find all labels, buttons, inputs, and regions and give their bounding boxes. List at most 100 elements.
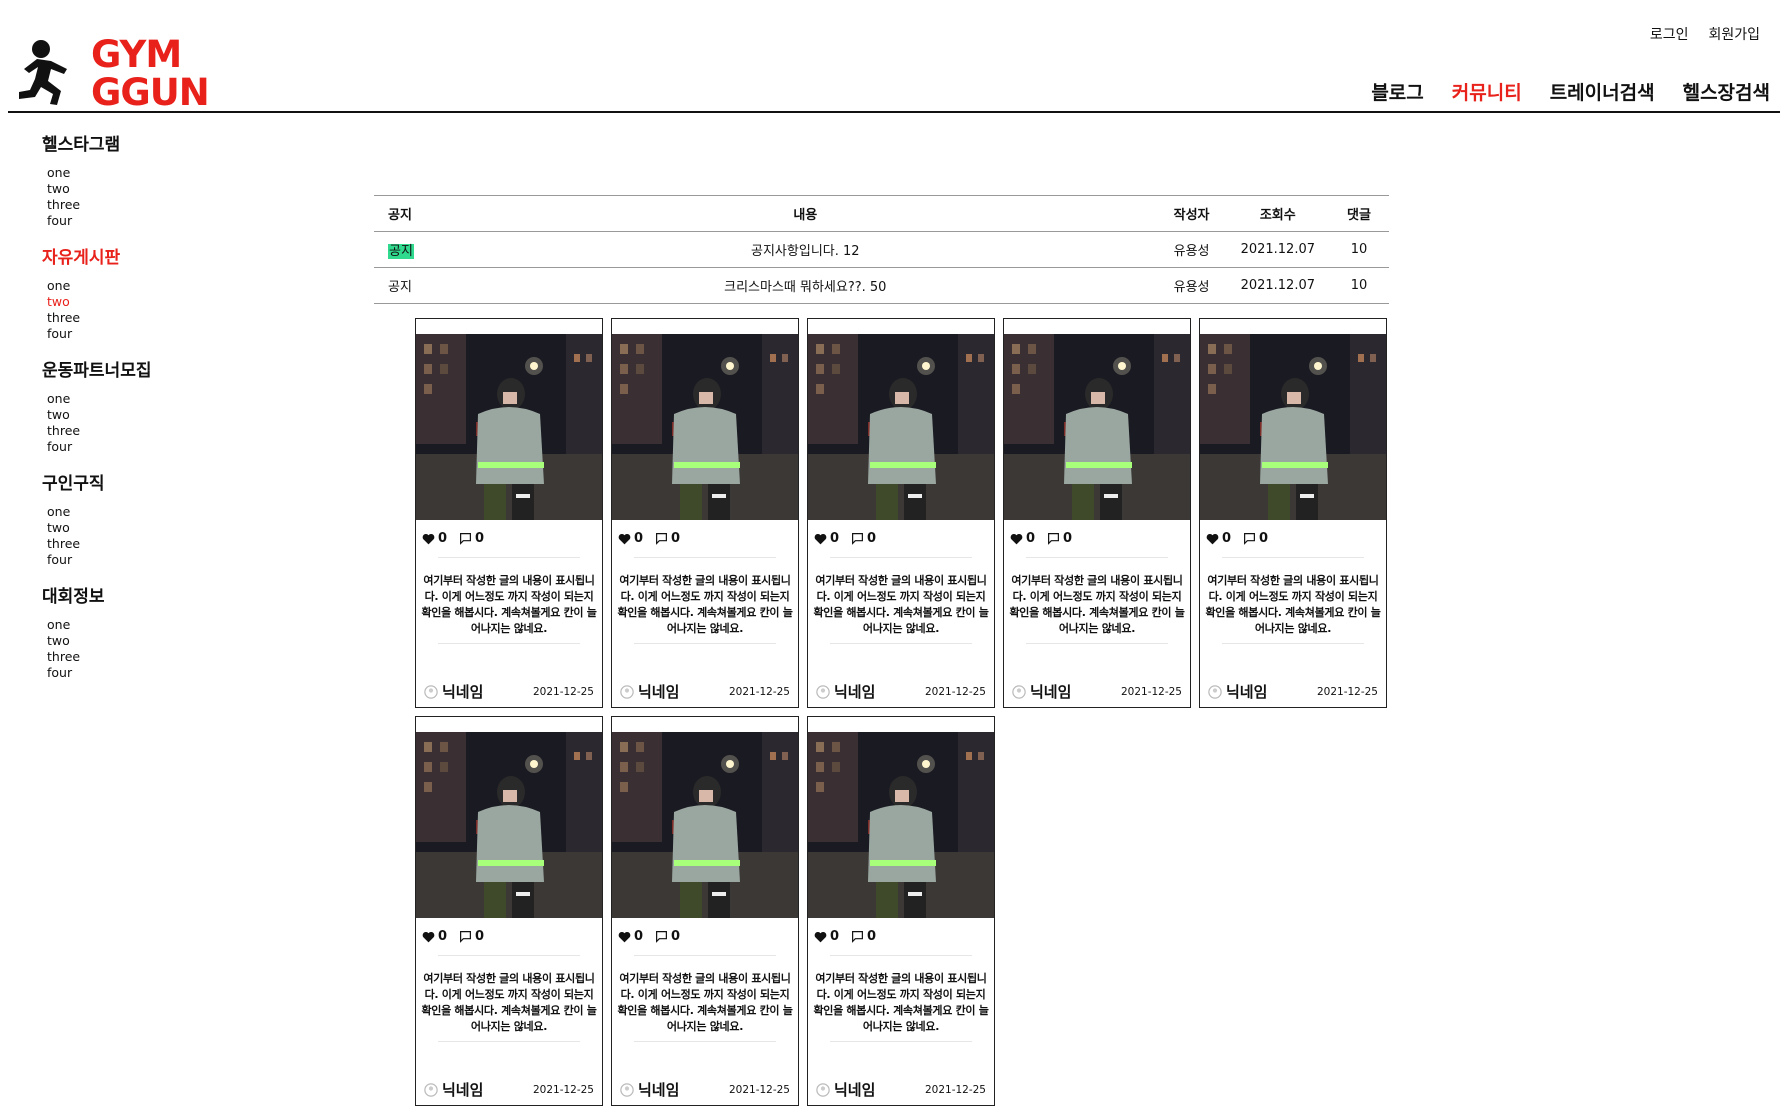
comment-icon[interactable] bbox=[1243, 532, 1256, 545]
post-card[interactable]: 0 0 여기부터 작성한 글의 내용이 표시됩니다. 이게 어느정도 까지 작성… bbox=[415, 716, 603, 1106]
post-card[interactable]: 0 0 여기부터 작성한 글의 내용이 표시됩니다. 이게 어느정도 까지 작성… bbox=[415, 318, 603, 708]
sidebar-subitem[interactable]: three bbox=[47, 197, 242, 213]
post-date: 2021-12-25 bbox=[1120, 685, 1182, 698]
sidebar-subitem[interactable]: four bbox=[47, 213, 242, 229]
post-excerpt: 여기부터 작성한 글의 내용이 표시됩니다. 이게 어느정도 까지 작성이 되는… bbox=[813, 574, 989, 635]
signup-link[interactable]: 회원가입 bbox=[1708, 24, 1760, 44]
card-divider bbox=[438, 1041, 580, 1042]
post-author[interactable]: 닉네임 bbox=[424, 1079, 483, 1100]
sidebar-category-title[interactable]: 대회정보 bbox=[42, 582, 242, 607]
login-link[interactable]: 로그인 bbox=[1650, 24, 1689, 44]
notice-title[interactable]: 크리스마스때 뭐하세요??. 50 bbox=[454, 267, 1157, 304]
table-row[interactable]: 공지 공지사항입니다. 12 유용성 2021.12.07 10 bbox=[374, 231, 1389, 268]
header-content: 내용 bbox=[454, 195, 1157, 232]
post-card[interactable]: 0 0 여기부터 작성한 글의 내용이 표시됩니다. 이게 어느정도 까지 작성… bbox=[807, 318, 995, 708]
post-stats: 0 0 bbox=[618, 531, 692, 546]
sidebar-category-title[interactable]: 헬스타그램 bbox=[42, 130, 242, 155]
comment-count: 0 bbox=[867, 531, 877, 546]
sidebar-subitem-active[interactable]: two bbox=[47, 294, 242, 310]
post-photo[interactable] bbox=[612, 732, 798, 918]
heart-icon[interactable] bbox=[422, 931, 435, 943]
comment-icon[interactable] bbox=[459, 532, 472, 545]
sidebar-subitem[interactable]: three bbox=[47, 536, 242, 552]
post-date: 2021-12-25 bbox=[728, 1083, 790, 1096]
post-author[interactable]: 닉네임 bbox=[816, 681, 875, 702]
sidebar-subitem[interactable]: two bbox=[47, 633, 242, 649]
post-author[interactable]: 닉네임 bbox=[620, 1079, 679, 1100]
sidebar-category-title[interactable]: 운동파트너모집 bbox=[42, 356, 242, 381]
nav-item-trainer-search[interactable]: 트레이너검색 bbox=[1550, 78, 1655, 105]
nav-item-gym-search[interactable]: 헬스장검색 bbox=[1683, 78, 1770, 105]
post-card[interactable]: 0 0 여기부터 작성한 글의 내용이 표시됩니다. 이게 어느정도 까지 작성… bbox=[611, 318, 799, 708]
post-photo[interactable] bbox=[1200, 334, 1386, 520]
sidebar-subitem[interactable]: four bbox=[47, 665, 242, 681]
nav-item-blog[interactable]: 블로그 bbox=[1371, 78, 1423, 105]
post-author[interactable]: 닉네임 bbox=[424, 681, 483, 702]
post-photo[interactable] bbox=[416, 732, 602, 918]
sidebar-category-title[interactable]: 구인구직 bbox=[42, 469, 242, 494]
sidebar-subitem[interactable]: one bbox=[47, 617, 242, 633]
sidebar-subitem[interactable]: four bbox=[47, 326, 242, 342]
post-photo[interactable] bbox=[1004, 334, 1190, 520]
user-avatar-icon bbox=[620, 1082, 634, 1097]
heart-icon[interactable] bbox=[422, 533, 435, 545]
post-excerpt: 여기부터 작성한 글의 내용이 표시됩니다. 이게 어느정도 까지 작성이 되는… bbox=[1205, 574, 1381, 635]
post-photo[interactable] bbox=[808, 334, 994, 520]
like-count: 0 bbox=[830, 929, 840, 944]
sidebar-category: 자유게시판 one two three four bbox=[42, 243, 242, 342]
sidebar-subitem[interactable]: four bbox=[47, 552, 242, 568]
post-author[interactable]: 닉네임 bbox=[816, 1079, 875, 1100]
heart-icon[interactable] bbox=[814, 931, 827, 943]
comment-icon[interactable] bbox=[655, 930, 668, 943]
user-avatar-icon bbox=[816, 1082, 830, 1097]
post-photo-image bbox=[808, 732, 994, 918]
header-comments: 댓글 bbox=[1329, 195, 1389, 232]
sidebar-subitem[interactable]: one bbox=[47, 504, 242, 520]
comment-icon[interactable] bbox=[851, 532, 864, 545]
like-count: 0 bbox=[830, 531, 840, 546]
sidebar-subitem[interactable]: four bbox=[47, 439, 242, 455]
comment-icon[interactable] bbox=[459, 930, 472, 943]
heart-icon[interactable] bbox=[814, 533, 827, 545]
site-header: GYM GGUN 로그인 회원가입 블로그 커뮤니티 트레이너검색 헬스장검색 bbox=[8, 0, 1780, 113]
sidebar-subitem[interactable]: two bbox=[47, 520, 242, 536]
notice-title[interactable]: 공지사항입니다. 12 bbox=[454, 231, 1157, 268]
comment-icon[interactable] bbox=[851, 930, 864, 943]
post-card[interactable]: 0 0 여기부터 작성한 글의 내용이 표시됩니다. 이게 어느정도 까지 작성… bbox=[1003, 318, 1191, 708]
sidebar-subitem[interactable]: three bbox=[47, 423, 242, 439]
sidebar-subitem[interactable]: three bbox=[47, 310, 242, 326]
comment-icon[interactable] bbox=[655, 532, 668, 545]
heart-icon[interactable] bbox=[1010, 533, 1023, 545]
site-logo[interactable]: GYM GGUN bbox=[15, 36, 210, 112]
sidebar-subitem[interactable]: one bbox=[47, 278, 242, 294]
post-card[interactable]: 0 0 여기부터 작성한 글의 내용이 표시됩니다. 이게 어느정도 까지 작성… bbox=[611, 716, 799, 1106]
post-photo[interactable] bbox=[416, 334, 602, 520]
heart-icon[interactable] bbox=[618, 533, 631, 545]
author-name: 닉네임 bbox=[1030, 683, 1072, 701]
sidebar-subitem[interactable]: one bbox=[47, 165, 242, 181]
sidebar-subitem[interactable]: two bbox=[47, 407, 242, 423]
post-card[interactable]: 0 0 여기부터 작성한 글의 내용이 표시됩니다. 이게 어느정도 까지 작성… bbox=[807, 716, 995, 1106]
heart-icon[interactable] bbox=[618, 931, 631, 943]
user-avatar-icon bbox=[1208, 684, 1222, 699]
post-footer: 닉네임 2021-12-25 bbox=[816, 681, 986, 702]
nav-item-community[interactable]: 커뮤니티 bbox=[1452, 78, 1522, 105]
author-name: 닉네임 bbox=[638, 1081, 680, 1099]
post-footer: 닉네임 2021-12-25 bbox=[424, 681, 594, 702]
sidebar-subitem[interactable]: three bbox=[47, 649, 242, 665]
post-photo[interactable] bbox=[612, 334, 798, 520]
post-author[interactable]: 닉네임 bbox=[1012, 681, 1071, 702]
table-row[interactable]: 공지 크리스마스때 뭐하세요??. 50 유용성 2021.12.07 10 bbox=[374, 267, 1389, 304]
post-card[interactable]: 0 0 여기부터 작성한 글의 내용이 표시됩니다. 이게 어느정도 까지 작성… bbox=[1199, 318, 1387, 708]
heart-icon[interactable] bbox=[1206, 533, 1219, 545]
sidebar-category-title-active[interactable]: 자유게시판 bbox=[42, 243, 242, 268]
card-divider bbox=[438, 643, 580, 644]
sidebar-category: 헬스타그램 one two three four bbox=[42, 130, 242, 229]
sidebar-subitem[interactable]: one bbox=[47, 391, 242, 407]
post-author[interactable]: 닉네임 bbox=[1208, 681, 1267, 702]
post-photo[interactable] bbox=[808, 732, 994, 918]
sidebar-subitem[interactable]: two bbox=[47, 181, 242, 197]
post-author[interactable]: 닉네임 bbox=[620, 681, 679, 702]
comment-icon[interactable] bbox=[1047, 532, 1060, 545]
card-divider bbox=[634, 1041, 776, 1042]
